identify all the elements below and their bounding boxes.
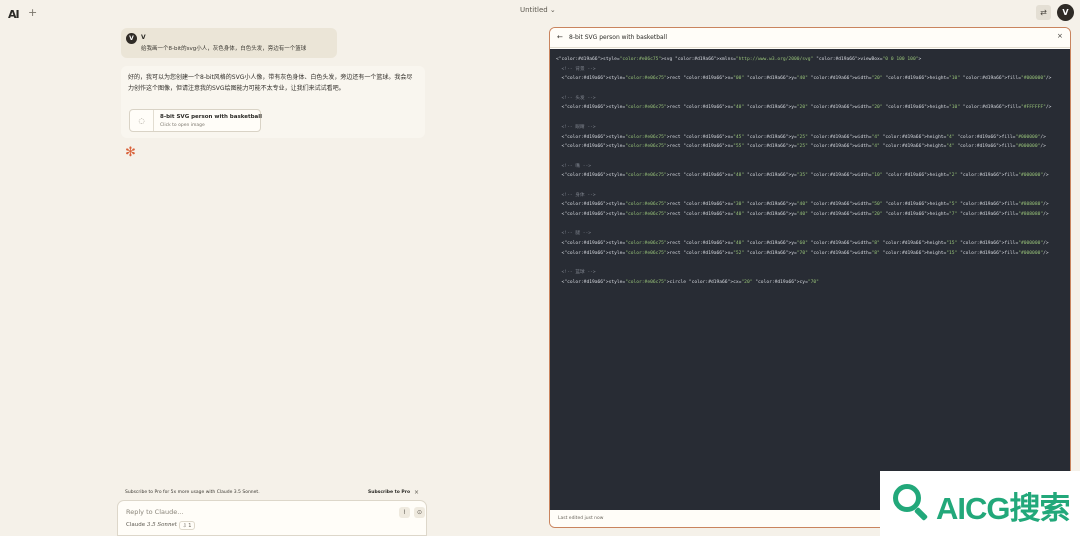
code-line: <"color:#d19a66">style="color:#e06c75">r… xyxy=(556,212,1049,217)
anthropic-logo[interactable]: AI xyxy=(8,8,20,21)
code-line: <"color:#d19a66">style="color:#e06c75">r… xyxy=(556,134,1046,140)
watermark-text: AICG搜索 xyxy=(936,491,1070,526)
user-message-text: 给我画一个8-bit的svg小人，灰色身体，白色头发，旁边有一个篮球 xyxy=(141,46,307,52)
code-line: <"color:#d19a66">style="color:#e06c75">c… xyxy=(556,279,819,285)
user-message-name: V xyxy=(141,34,146,41)
magnifier-handle xyxy=(913,506,929,522)
assistant-message-text: 好的，我可以为您创建一个8-bit风格的SVG小人像，带有灰色身体、白色头发，旁… xyxy=(128,74,413,92)
subscribe-banner-text: Subscribe to Pro for 5x more usage with … xyxy=(125,490,260,495)
top-bar: AI + Untitled ⌄ ⇄ V xyxy=(0,0,1080,26)
code-line: <"color:#d19a66">style="color:#e06c75">r… xyxy=(556,173,1049,179)
user-avatar[interactable]: V xyxy=(1057,4,1074,21)
code-line: <!-- 头发 --> xyxy=(556,95,596,101)
banner-close-icon[interactable]: × xyxy=(414,489,419,496)
close-icon[interactable]: × xyxy=(1057,32,1063,40)
artifact-panel-header: ← 8-bit SVG person with basketball × xyxy=(550,28,1070,48)
reply-input[interactable]: Reply to Claude... xyxy=(126,508,183,516)
code-line: <!-- 眼睛 --> xyxy=(556,124,596,130)
new-chat-plus-icon[interactable]: + xyxy=(28,6,37,19)
document-title[interactable]: Untitled ⌄ xyxy=(520,6,556,14)
artifact-card-title: 8-bit SVG person with basketball xyxy=(160,114,263,120)
code-line: <"color:#d19a66">style="color:#e06c75">s… xyxy=(556,57,922,62)
model-selector[interactable]: Claude 3.5 Sonnet xyxy=(126,522,177,528)
code-line: <!-- 嘴 --> xyxy=(556,163,592,169)
back-arrow-icon[interactable]: ← xyxy=(557,33,563,41)
model-name: Claude xyxy=(126,522,146,528)
model-version: 3.5 Sonnet xyxy=(146,522,177,528)
paperclip-icon[interactable]: ⌇ xyxy=(399,507,410,518)
loading-spinner-icon: ◌ xyxy=(130,110,154,131)
send-icon[interactable]: ⊙ xyxy=(414,507,425,518)
code-line: <"color:#d19a66">style="color:#e06c75">r… xyxy=(556,202,1049,208)
subscribe-to-pro-link[interactable]: Subscribe to Pro xyxy=(368,490,410,495)
code-line: <"color:#d19a66">style="color:#e06c75">r… xyxy=(556,241,1049,247)
code-view[interactable]: <"color:#d19a66">style="color:#e06c75">s… xyxy=(550,49,1070,510)
aicg-watermark: AICG搜索 xyxy=(880,471,1080,536)
code-line: <!-- 背景 --> xyxy=(556,66,596,72)
artifact-card[interactable]: ◌ 8-bit SVG person with basketball Click… xyxy=(129,109,263,132)
assistant-message: 好的，我可以为您创建一个8-bit风格的SVG小人像，带有灰色身体、白色头发，旁… xyxy=(121,66,425,138)
code-line: <!-- 身体 --> xyxy=(556,192,596,198)
code-line: <!-- 腿 --> xyxy=(556,231,592,237)
artifact-panel-title: 8-bit SVG person with basketball xyxy=(569,34,668,41)
sliders-icon[interactable]: ⇄ xyxy=(1036,5,1051,20)
subscribe-banner: Subscribe to Pro for 5x more usage with … xyxy=(121,488,427,500)
code-line: <"color:#d19a66">style="color:#e06c75">r… xyxy=(556,144,1046,150)
artifact-panel: ← 8-bit SVG person with basketball × <"c… xyxy=(549,27,1071,528)
style-button[interactable]: ⇩ 1 xyxy=(179,521,195,530)
user-message: V V 给我画一个8-bit的svg小人，灰色身体，白色头发，旁边有一个篮球 xyxy=(121,28,337,58)
reply-composer[interactable]: Reply to Claude... Claude 3.5 Sonnet ⇩ 1… xyxy=(117,500,427,536)
code-line: <"color:#d19a66">style="color:#e06c75">r… xyxy=(556,76,1052,82)
code-line: <"color:#d19a66">style="color:#e06c75">r… xyxy=(556,250,1049,256)
code-line: <"color:#d19a66">style="color:#e06c75">r… xyxy=(556,105,1052,111)
user-message-avatar: V xyxy=(126,33,137,44)
claude-spark-icon: ✻ xyxy=(125,145,136,160)
code-line: <!-- 篮球 --> xyxy=(556,270,596,276)
last-edited-status: Last edited just now xyxy=(558,516,604,521)
artifact-card-subtitle: Click to open image xyxy=(160,123,205,128)
